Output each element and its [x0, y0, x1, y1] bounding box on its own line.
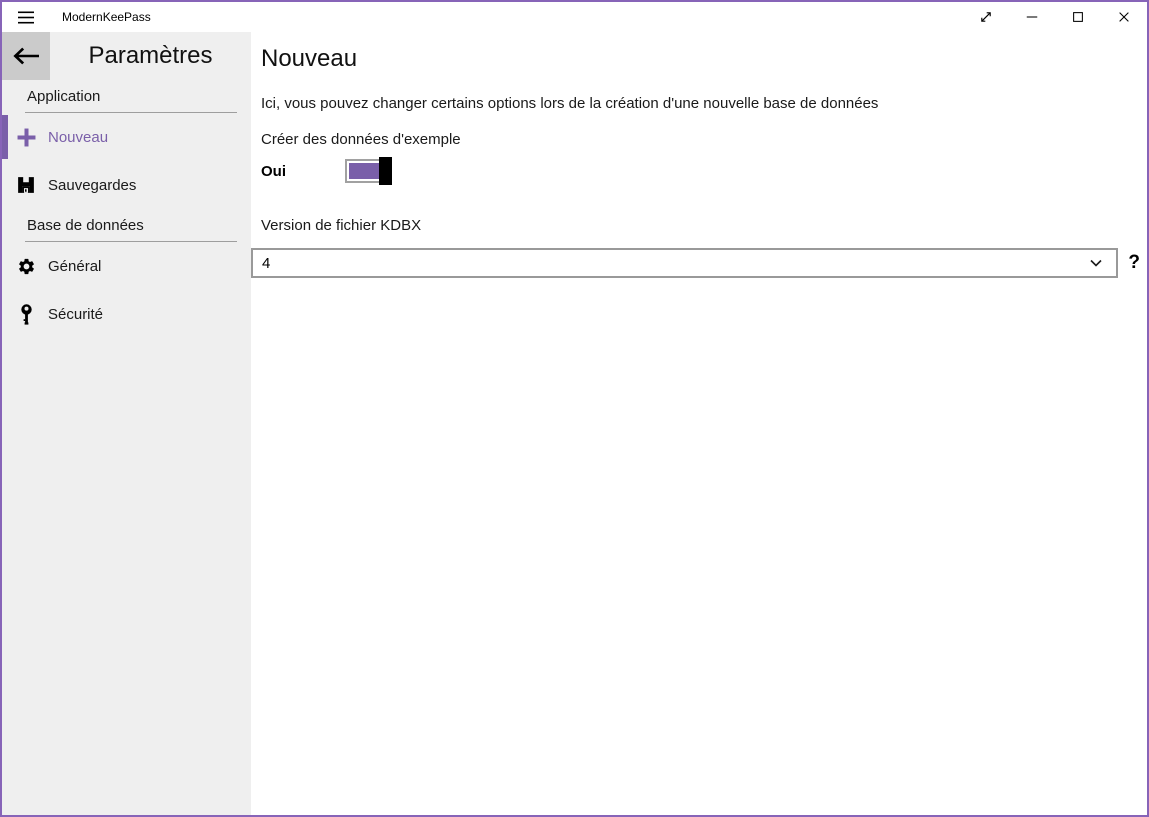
close-button[interactable]: [1101, 2, 1147, 32]
key-icon: [4, 304, 48, 325]
titlebar: ModernKeePass: [2, 2, 1147, 32]
sidebar-item-label: Sauvegardes: [48, 177, 136, 194]
section-label-application: Application: [25, 88, 237, 113]
sidebar-item-label: Sécurité: [48, 306, 103, 323]
sample-data-toggle[interactable]: [345, 159, 391, 183]
sidebar-header: Paramètres: [2, 32, 251, 80]
plus-icon: [4, 128, 48, 147]
sidebar-item-label: Nouveau: [48, 129, 108, 146]
maximize-button[interactable]: [1055, 2, 1101, 32]
back-arrow-icon: [13, 47, 39, 65]
toggle-state-label: Oui: [261, 163, 345, 180]
sidebar-item-sauvegardes[interactable]: Sauvegardes: [2, 161, 251, 209]
sidebar-item-general[interactable]: Général: [2, 242, 251, 290]
sample-data-label: Créer des données d'exemple: [261, 132, 1147, 148]
kdbx-version-label: Version de fichier KDBX: [261, 218, 1147, 234]
window-title: ModernKeePass: [62, 10, 151, 24]
save-icon: [4, 176, 48, 194]
combobox-selected-value: 4: [253, 255, 1088, 272]
help-button[interactable]: ?: [1128, 252, 1140, 274]
maximize-icon: [1071, 10, 1085, 24]
menu-button[interactable]: [2, 2, 50, 32]
window-controls: [963, 2, 1147, 32]
kdbx-version-row: 4 ?: [251, 248, 1147, 278]
close-icon: [1117, 10, 1131, 24]
diagonal-arrows-icon: [979, 10, 993, 24]
app-window: ModernKeePass: [0, 0, 1149, 817]
sidebar-item-label: Général: [48, 258, 101, 275]
page-title: Nouveau: [261, 45, 1147, 73]
sidebar-title: Paramètres: [50, 42, 251, 70]
sample-data-toggle-row: Oui: [251, 157, 1147, 185]
fullscreen-button[interactable]: [963, 2, 1009, 32]
gear-icon: [4, 257, 48, 276]
back-button[interactable]: [2, 32, 50, 80]
settings-sidebar: Paramètres Application Nouveau: [2, 32, 251, 815]
page-description: Ici, vous pouvez changer certains option…: [261, 96, 1137, 112]
section-label-base-de-donnees: Base de données: [25, 217, 237, 242]
minimize-icon: [1025, 10, 1039, 24]
kdbx-version-combobox[interactable]: 4: [251, 248, 1118, 278]
settings-page-nouveau: Nouveau Ici, vous pouvez changer certain…: [251, 32, 1147, 815]
minimize-button[interactable]: [1009, 2, 1055, 32]
sidebar-item-securite[interactable]: Sécurité: [2, 290, 251, 338]
chevron-down-icon: [1088, 255, 1104, 271]
toggle-thumb[interactable]: [379, 157, 392, 185]
hamburger-icon: [18, 11, 34, 24]
sidebar-item-nouveau[interactable]: Nouveau: [2, 113, 251, 161]
app-body: Paramètres Application Nouveau: [2, 32, 1147, 815]
